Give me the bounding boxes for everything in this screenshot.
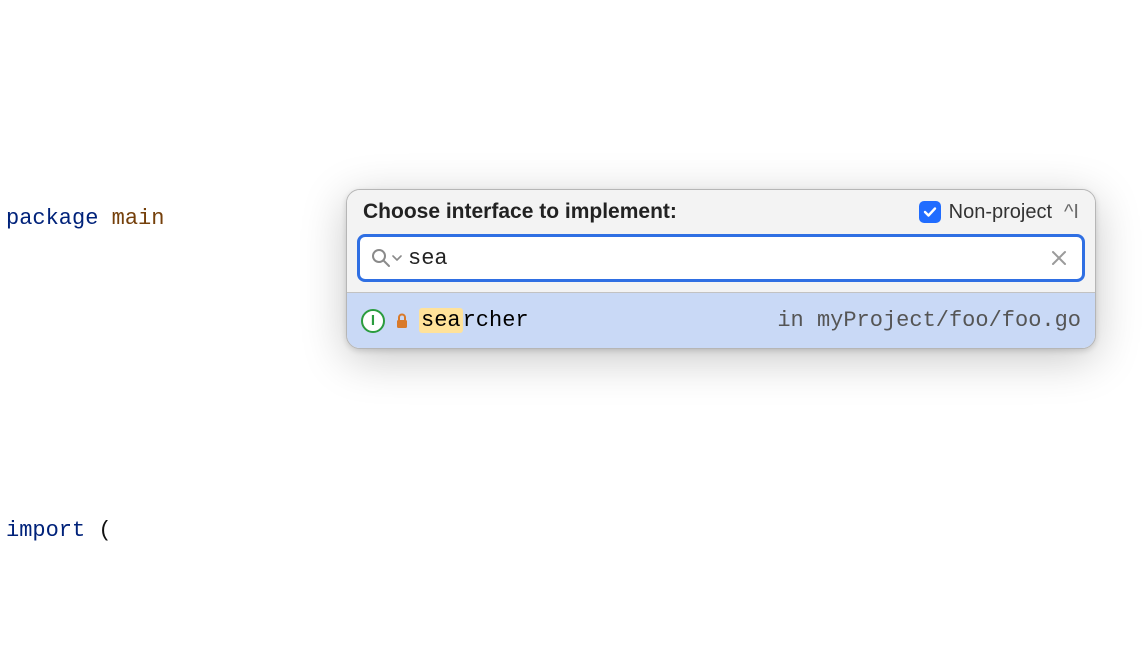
code-line: import ( [6, 511, 1136, 550]
result-left: I searcher [361, 308, 529, 333]
implement-interface-popup: Choose interface to implement: Non-proje… [346, 189, 1096, 349]
search-input[interactable]: sea [408, 246, 1040, 271]
shortcut-hint: ^I [1064, 201, 1079, 224]
popup-options: Non-project ^I [919, 201, 1079, 224]
package-name: main [112, 206, 165, 231]
keyword-import: import [6, 518, 85, 543]
search-result-row[interactable]: I searcher in myProject/foo/foo.go [347, 292, 1095, 348]
lock-icon [395, 313, 409, 329]
chevron-down-icon[interactable] [392, 253, 402, 263]
checkmark-icon [923, 205, 937, 219]
match-highlight: sea [419, 308, 463, 333]
keyword-package: package [6, 206, 98, 231]
interface-icon: I [361, 309, 385, 333]
code-line [6, 355, 1136, 394]
non-project-label[interactable]: Non-project [949, 201, 1052, 224]
clear-icon[interactable] [1046, 247, 1072, 269]
search-input-wrapper[interactable]: sea [357, 234, 1085, 282]
match-rest: rcher [463, 308, 529, 333]
popup-title: Choose interface to implement: [363, 200, 677, 224]
result-path: in myProject/foo/foo.go [777, 308, 1081, 333]
code-line: "fmt" [6, 667, 1136, 672]
non-project-checkbox[interactable] [919, 201, 941, 223]
paren-open: ( [98, 518, 111, 543]
search-icon [370, 247, 392, 269]
result-name: searcher [419, 308, 529, 333]
popup-header: Choose interface to implement: Non-proje… [347, 190, 1095, 230]
